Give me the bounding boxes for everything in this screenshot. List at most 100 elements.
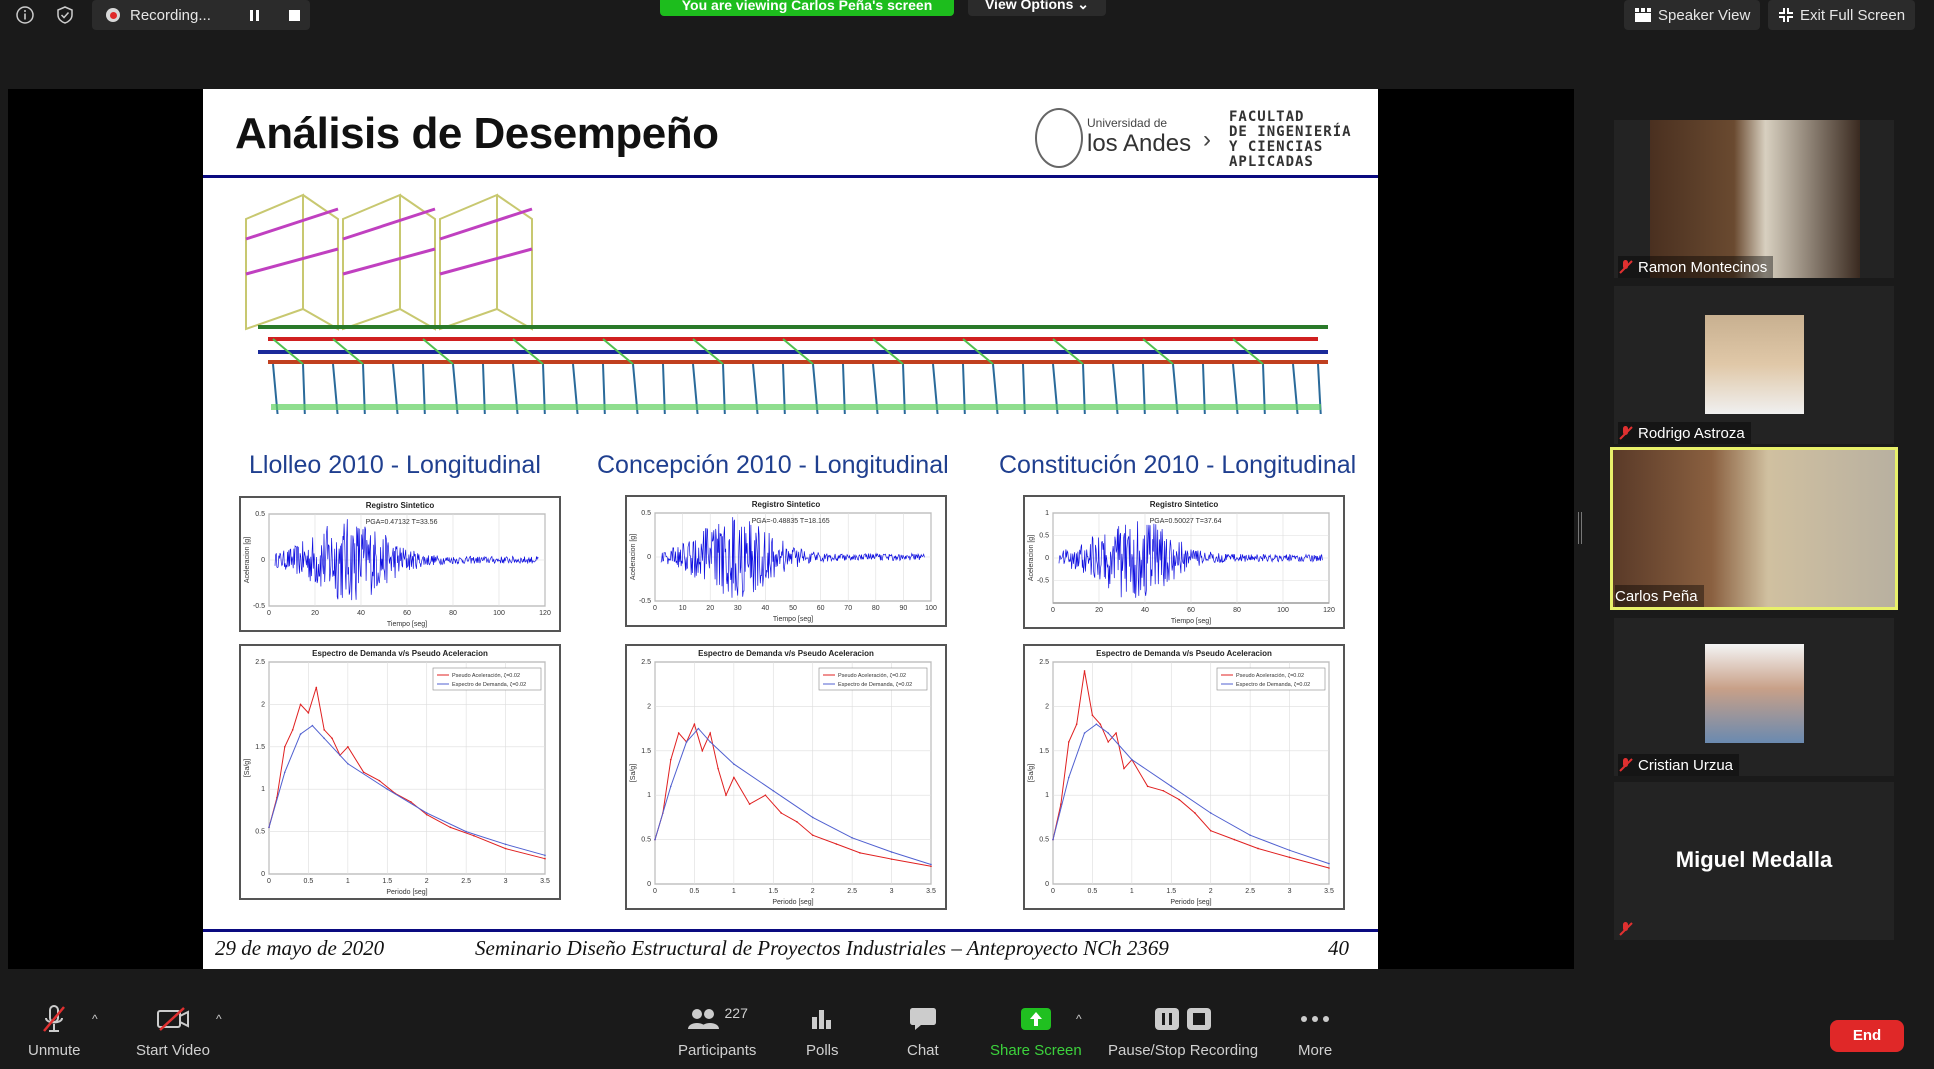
participant-name-bar: Cristian Urzua [1618,754,1740,776]
data-point [1170,785,1173,788]
data-point [465,830,467,833]
plot-frame [268,661,546,875]
x-tick-label: 40 [357,610,365,617]
more-button[interactable]: More [1298,1004,1332,1064]
stop-recording-icon [1187,1008,1212,1030]
y-tick-label: 0 [647,881,651,888]
data-point [1178,798,1180,801]
stop-recording-icon[interactable] [289,9,300,21]
data-point [1288,856,1291,859]
y-tick-label: 0 [1045,881,1049,888]
x-tick-label: 40 [762,605,770,612]
meeting-info-icon[interactable] [12,2,38,28]
data-point [709,741,711,743]
x-tick-label: 1 [1130,888,1134,895]
share-screen-button[interactable]: Share Screen [990,1004,1082,1064]
participant-name: Carlos Peña [1615,587,1698,605]
data-point [347,746,349,748]
exit-full-screen-button[interactable]: Exit Full Screen [1768,0,1916,30]
data-point [331,737,333,740]
participants-button[interactable]: 227 Participants [678,1004,756,1064]
data-point [299,703,302,706]
security-shield-icon[interactable] [52,2,78,28]
x-tick-label: 3.5 [540,878,550,885]
panel-resize-handle[interactable] [1578,512,1582,544]
x-axis-label: Periodo [seg] [1170,899,1211,906]
video-tile-ramon[interactable]: Ramon Montecinos [1614,120,1894,278]
x-tick-label: 20 [706,605,714,612]
video-tile-carlos-active-speaker[interactable]: Carlos Peña [1610,447,1898,610]
x-tick-label: 0 [267,610,271,617]
x-tick-label: 0 [1051,888,1055,895]
x-axis-label: Tiempo [seg] [773,616,813,623]
x-tick-label: 60 [817,605,825,612]
spectrum-chart-2: Espectro de Demanda v/s Pseudo Aceleraci… [625,644,947,910]
data-point [780,812,782,814]
chat-button[interactable]: Chat [907,1004,939,1064]
pause-stop-recording-button[interactable]: Pause/Stop Recording [1108,1004,1258,1064]
x-tick-label: 10 [679,605,687,612]
microphone-muted-icon [43,1005,66,1032]
start-video-button[interactable]: Start Video [136,1004,210,1064]
spectrum-chart-3: Espectro de Demanda v/s Pseudo Aceleraci… [1023,644,1345,910]
data-point [697,727,700,730]
y-tick-label: 0.5 [255,829,265,836]
audio-options-caret-icon[interactable]: ^ [92,1012,98,1026]
view-options-label: View Options [984,0,1074,12]
data-point [1067,776,1070,779]
data-point [291,729,294,731]
legend-entry: Pseudo Aceleración, ζ=0.02 [452,673,520,679]
y-tick-label: 0.5 [1039,837,1049,844]
mic-muted-icon [1619,922,1633,936]
series-line [654,727,932,865]
data-point [1249,834,1251,836]
series-line [1052,670,1330,869]
share-options-caret-icon[interactable]: ^ [1076,1012,1082,1026]
data-point [859,852,861,854]
y-tick-label: 1 [261,786,265,793]
y-tick-label: 1 [1045,792,1049,799]
faculty-name: FACULTAD DE INGENIERÍA Y CIENCIAS APLICA… [1229,110,1352,170]
video-tile-cristian[interactable]: Cristian Urzua [1614,618,1894,776]
pga-annotation: PGA=0.50027 T=37.64 [1150,518,1222,525]
recording-indicator: Recording... [92,0,310,30]
x-tick-label: 80 [1233,607,1241,614]
data-point [386,788,389,790]
x-tick-label: 60 [1187,607,1195,614]
pause-stop-recording-label: Pause/Stop Recording [1108,1042,1259,1059]
data-point [1131,758,1133,761]
polls-button[interactable]: Polls [806,1004,839,1064]
data-point [685,741,688,743]
data-point [1209,812,1212,814]
speaker-view-button[interactable]: Speaker View [1624,0,1761,30]
y-tick-label: 0.5 [641,837,651,844]
end-meeting-button[interactable]: End [1830,1020,1904,1052]
pause-recording-icon[interactable] [250,9,259,21]
view-options-button[interactable]: View Options ⌄ [968,0,1106,16]
logo-chevron-icon: › [1203,126,1211,153]
x-tick-label: 2 [1209,888,1213,895]
data-point [1083,670,1086,672]
participant-name-bar [1618,918,1640,940]
x-tick-label: 100 [925,605,937,612]
x-tick-label: 3 [890,888,894,895]
unmute-label: Unmute [28,1042,81,1059]
video-tile-miguel[interactable]: Miguel Medalla [1614,782,1894,940]
video-options-caret-icon[interactable]: ^ [216,1012,222,1026]
footer-rule [203,929,1378,932]
data-point [362,771,365,774]
data-point [772,789,775,792]
data-point [693,723,696,725]
mic-muted-icon [1619,426,1633,440]
x-tick-label: 90 [900,605,908,612]
data-point [299,733,302,735]
y-axis-label: Aceleracion [g] [630,534,637,580]
viewing-screen-banner: You are viewing Carlos Peña's screen [660,0,954,16]
meeting-controls-bar: Unmute ^ Start Video ^ 227 Participants … [0,994,1934,1069]
video-tile-rodrigo[interactable]: Rodrigo Astroza [1614,286,1894,444]
unmute-button[interactable]: Unmute [28,1004,81,1064]
x-tick-label: 120 [1323,607,1335,614]
y-tick-label: 1 [1045,510,1049,517]
data-point [1146,785,1149,788]
data-point [811,816,814,819]
